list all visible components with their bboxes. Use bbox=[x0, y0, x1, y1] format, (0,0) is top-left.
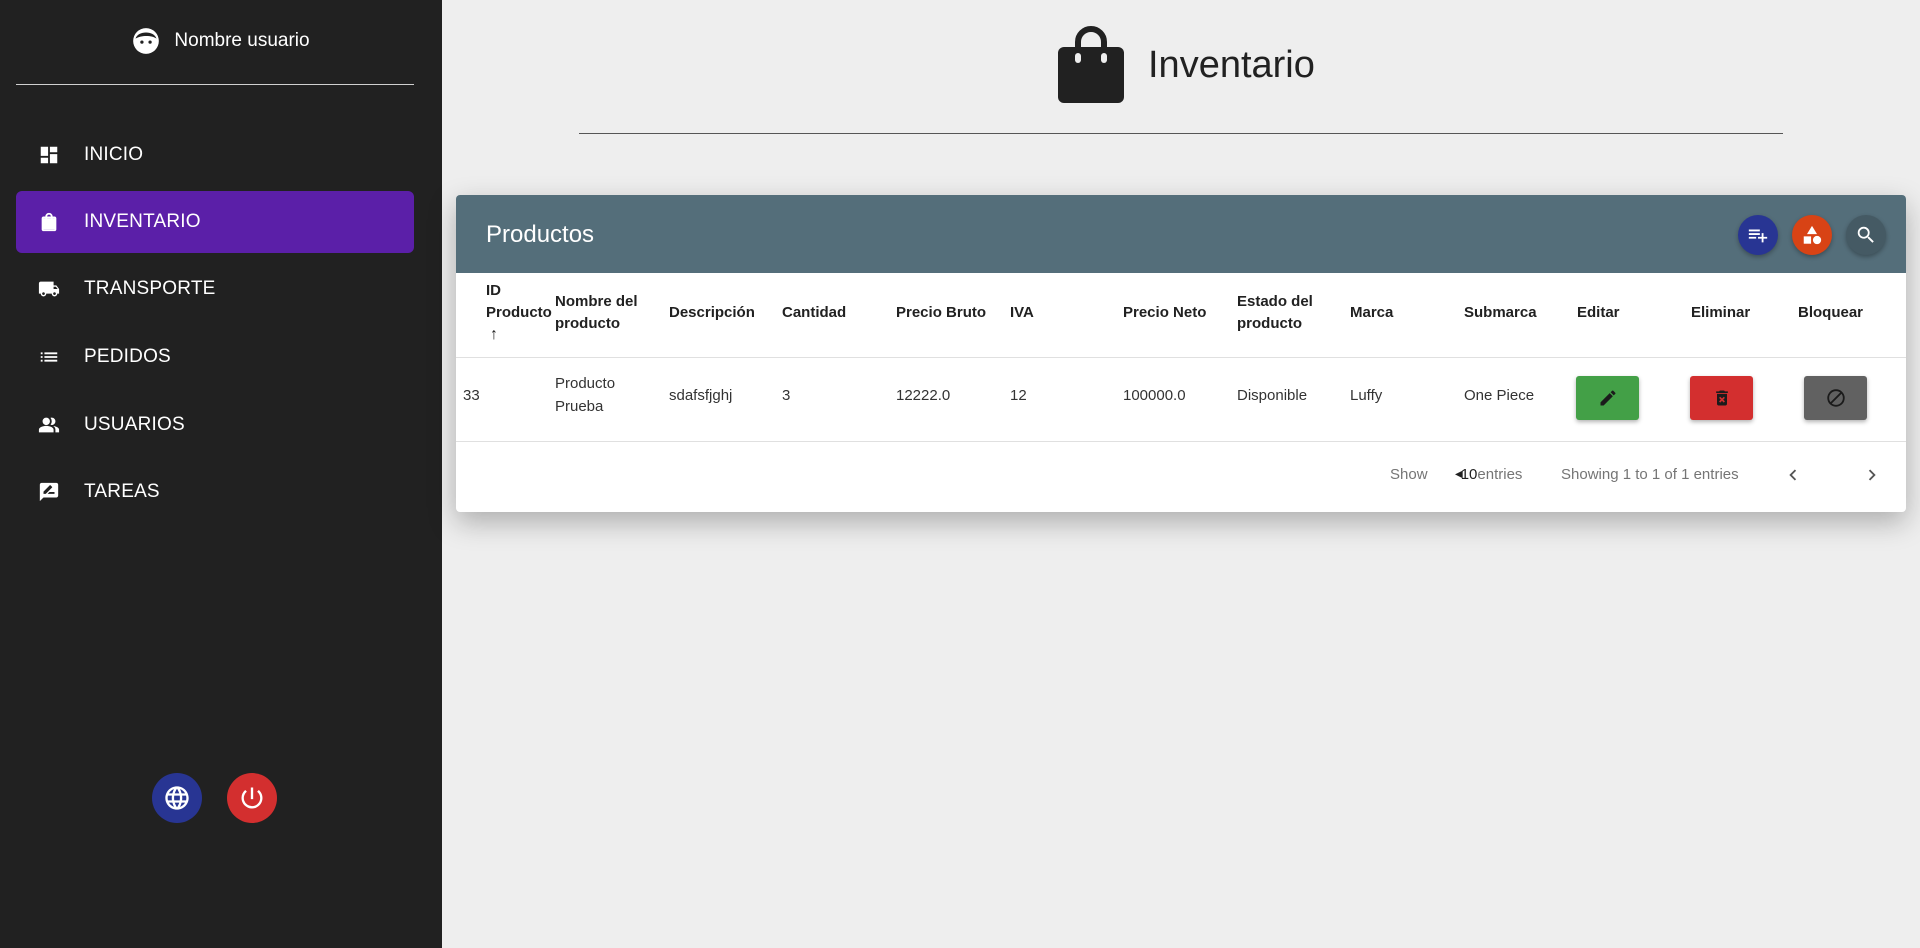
power-icon bbox=[241, 787, 263, 809]
table-title: Productos bbox=[486, 221, 595, 248]
column-header-label: Bloquear bbox=[1798, 304, 1864, 321]
categories-button[interactable] bbox=[1792, 215, 1832, 255]
column-header-status[interactable]: Estado del producto bbox=[1237, 273, 1347, 353]
playlist-add-icon bbox=[1748, 229, 1768, 243]
column-header-gross-price[interactable]: Precio Bruto bbox=[896, 273, 986, 353]
logout-button[interactable] bbox=[227, 773, 277, 823]
edit-button[interactable] bbox=[1576, 376, 1639, 420]
search-icon bbox=[1857, 226, 1874, 243]
user-divider bbox=[16, 84, 414, 85]
people-icon bbox=[38, 417, 60, 433]
dashboard-icon bbox=[40, 146, 58, 164]
rate-review-icon bbox=[39, 482, 59, 502]
column-header-label: Descripción bbox=[669, 304, 755, 321]
column-header-label: producto bbox=[1237, 315, 1302, 332]
delete-button[interactable] bbox=[1690, 376, 1753, 420]
cell-description: sdafsfjghj bbox=[669, 386, 733, 404]
sidebar-item-tareas[interactable]: TAREAS bbox=[16, 461, 414, 523]
cell-net-price: 100000.0 bbox=[1123, 386, 1186, 404]
cell-id: 33 bbox=[463, 386, 480, 404]
previous-page-button[interactable] bbox=[1778, 460, 1808, 490]
chevron-left-icon bbox=[1789, 469, 1797, 481]
column-header-sub-brand[interactable]: Submarca bbox=[1464, 273, 1537, 353]
column-header-label: Cantidad bbox=[782, 304, 847, 321]
column-header-net-price[interactable]: Precio Neto bbox=[1123, 273, 1206, 353]
search-button[interactable] bbox=[1846, 215, 1886, 255]
column-header-label: IVA bbox=[1010, 304, 1034, 321]
column-header-delete: Eliminar bbox=[1691, 273, 1750, 353]
list-icon bbox=[40, 352, 58, 362]
sidebar-item-pedidos[interactable]: PEDIDOS bbox=[16, 326, 414, 388]
cell-brand: Luffy bbox=[1350, 386, 1383, 404]
sidebar-item-usuarios[interactable]: USUARIOS bbox=[16, 394, 414, 456]
column-header-label: Precio Neto bbox=[1123, 304, 1207, 321]
column-header-description[interactable]: Descripción bbox=[669, 273, 755, 353]
next-page-button[interactable] bbox=[1857, 460, 1887, 490]
globe-icon bbox=[165, 786, 189, 810]
column-header-label: ID bbox=[486, 282, 501, 299]
sidebar-item-inventario[interactable]: INVENTARIO bbox=[16, 191, 414, 253]
pagination-info: Showing 1 to 1 of 1 entries bbox=[1561, 466, 1739, 483]
block-button[interactable] bbox=[1804, 376, 1867, 420]
truck-icon bbox=[38, 281, 60, 297]
sidebar-item-label: TAREAS bbox=[84, 481, 160, 502]
entries-label: entries bbox=[1477, 466, 1523, 483]
cell-name: Producto Prueba bbox=[555, 354, 615, 436]
sidebar-item-label: TRANSPORTE bbox=[84, 278, 216, 299]
products-table-card: Productos ID Producto ↑ Nombre del produc… bbox=[456, 195, 1906, 512]
page-title: Inventario bbox=[1148, 43, 1315, 86]
column-header-quantity[interactable]: Cantidad bbox=[782, 273, 846, 353]
sidebar-item-label: PEDIDOS bbox=[84, 346, 171, 367]
page-size-select[interactable]: ◀ 10 entries bbox=[1455, 466, 1522, 483]
column-header-label: producto bbox=[555, 315, 620, 332]
block-icon bbox=[1826, 389, 1845, 407]
user-name: Nombre usuario bbox=[174, 30, 310, 51]
face-icon bbox=[133, 28, 160, 54]
column-header-label: Producto bbox=[486, 304, 552, 321]
cell-text: Producto bbox=[555, 375, 616, 392]
cell-gross-price: 12222.0 bbox=[896, 386, 951, 404]
shopping-bag-icon bbox=[1058, 26, 1124, 103]
sidebar-item-label: INVENTARIO bbox=[84, 211, 201, 232]
column-header-brand[interactable]: Marca bbox=[1350, 273, 1393, 353]
cell-iva: 12 bbox=[1010, 386, 1027, 404]
category-icon bbox=[1803, 225, 1822, 245]
sidebar-item-inicio[interactable]: INICIO bbox=[16, 124, 414, 186]
column-header-label: Marca bbox=[1350, 304, 1394, 321]
sidebar: Nombre usuario INICIO INVENTARIO TRANSPO… bbox=[0, 0, 442, 948]
cell-text: Prueba bbox=[555, 398, 604, 415]
table-header-bar: Productos bbox=[456, 195, 1906, 273]
shopping-bag-icon bbox=[41, 212, 57, 232]
cell-quantity: 3 bbox=[782, 386, 791, 404]
sidebar-item-label: INICIO bbox=[84, 144, 144, 165]
user-info: Nombre usuario bbox=[0, 24, 442, 58]
cell-sub-brand: One Piece bbox=[1464, 386, 1535, 404]
column-header-label: Precio Bruto bbox=[896, 304, 987, 321]
trash-icon bbox=[1715, 390, 1728, 406]
column-header-label: Eliminar bbox=[1691, 304, 1751, 321]
add-product-button[interactable] bbox=[1738, 215, 1778, 255]
column-header-label: Estado del bbox=[1237, 293, 1313, 310]
column-header-iva[interactable]: IVA bbox=[1010, 273, 1034, 353]
column-header-name[interactable]: Nombre del producto bbox=[555, 273, 665, 353]
language-button[interactable] bbox=[152, 773, 202, 823]
pencil-icon bbox=[1600, 390, 1616, 406]
sidebar-item-label: USUARIOS bbox=[84, 414, 185, 435]
column-header-id[interactable]: ID Producto ↑ bbox=[486, 273, 552, 353]
column-header-block: Bloquear bbox=[1798, 273, 1863, 353]
column-header-label: Nombre del bbox=[555, 293, 638, 310]
row-divider bbox=[456, 441, 1906, 442]
show-label: Show bbox=[1390, 466, 1428, 483]
page-header: Inventario bbox=[1056, 22, 1315, 108]
page-size-value: 10 bbox=[1460, 466, 1478, 483]
column-header-label: Editar bbox=[1577, 304, 1620, 321]
sort-arrow-icon: ↑ bbox=[490, 326, 498, 343]
column-header-edit: Editar bbox=[1577, 273, 1620, 353]
page-divider bbox=[579, 133, 1783, 134]
cell-status: Disponible bbox=[1237, 386, 1308, 404]
sidebar-item-transporte[interactable]: TRANSPORTE bbox=[16, 258, 414, 320]
column-header-label: Submarca bbox=[1464, 304, 1537, 321]
chevron-right-icon bbox=[1868, 469, 1876, 481]
